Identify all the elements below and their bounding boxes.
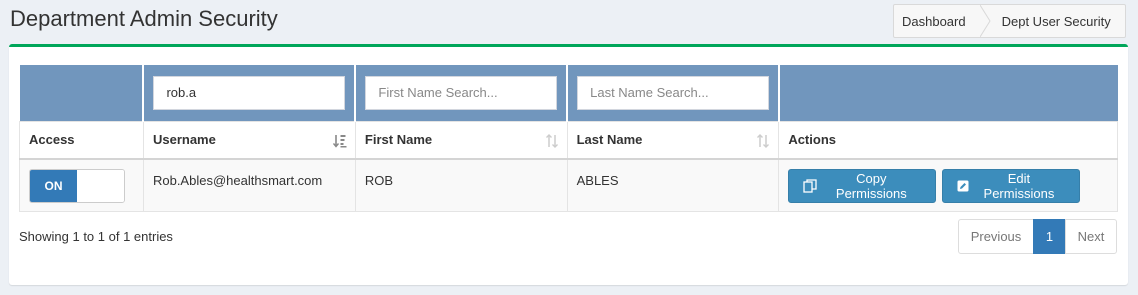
- access-cell: ON: [19, 158, 144, 212]
- edit-permissions-button[interactable]: Edit Permissions: [941, 169, 1080, 203]
- pagination: Previous 1 Next: [958, 219, 1117, 254]
- pagination-page-1[interactable]: 1: [1033, 219, 1066, 254]
- sort-both-icon[interactable]: [756, 133, 770, 148]
- column-header-username[interactable]: Username: [142, 120, 356, 160]
- users-table: Access Username First Name: [19, 65, 1118, 212]
- column-header-first-name[interactable]: First Name: [354, 120, 568, 160]
- breadcrumb-item-dept-user-security: Dept User Security: [1001, 13, 1111, 29]
- column-header-actions: Actions: [778, 120, 1118, 160]
- table-row: ON Rob.Ables@healthsmart.com ROB ABLES C…: [19, 158, 1118, 212]
- access-toggle-off-area: [77, 170, 124, 202]
- filter-cell-last-name: [567, 65, 780, 121]
- edit-icon: [957, 180, 969, 192]
- copy-icon: [803, 179, 817, 193]
- username-cell: Rob.Ables@healthsmart.com: [142, 158, 356, 212]
- first-name-search-input[interactable]: [365, 75, 558, 110]
- breadcrumb-separator-icon: [979, 5, 992, 37]
- last-name-search-input[interactable]: [577, 75, 769, 110]
- first-name-cell: ROB: [354, 158, 568, 212]
- header-row: Access Username First Name Last Name Act…: [19, 120, 1118, 160]
- pagination-previous[interactable]: Previous: [958, 219, 1034, 254]
- copy-permissions-label: Copy Permissions: [835, 171, 907, 201]
- filter-cell-access: [19, 65, 145, 121]
- breadcrumb-item-dashboard[interactable]: Dashboard: [894, 5, 980, 37]
- table-info: Showing 1 to 1 of 1 entries: [19, 229, 173, 244]
- pagination-next[interactable]: Next: [1065, 219, 1117, 254]
- sort-both-icon[interactable]: [545, 133, 559, 148]
- edit-permissions-label: Edit Permissions: [983, 171, 1055, 201]
- last-name-cell: ABLES: [566, 158, 780, 212]
- actions-cell: Copy Permissions Edit Permissions: [778, 158, 1118, 212]
- sort-alpha-down-icon[interactable]: [332, 134, 347, 148]
- copy-permissions-button[interactable]: Copy Permissions: [788, 169, 937, 203]
- filter-cell-username: [143, 65, 357, 121]
- column-header-last-name[interactable]: Last Name: [566, 120, 780, 160]
- access-toggle[interactable]: ON: [29, 169, 125, 203]
- filter-row: [19, 65, 1118, 121]
- filter-cell-actions: [778, 65, 1118, 121]
- access-toggle-on-label: ON: [30, 170, 77, 202]
- breadcrumb: Dashboard Dept User Security: [893, 4, 1126, 38]
- content-box: Access Username First Name: [9, 44, 1128, 285]
- username-search-input[interactable]: [153, 75, 346, 110]
- filter-cell-first-name: [355, 65, 569, 121]
- column-header-access: Access: [19, 120, 144, 160]
- page-title: Department Admin Security: [10, 6, 278, 31]
